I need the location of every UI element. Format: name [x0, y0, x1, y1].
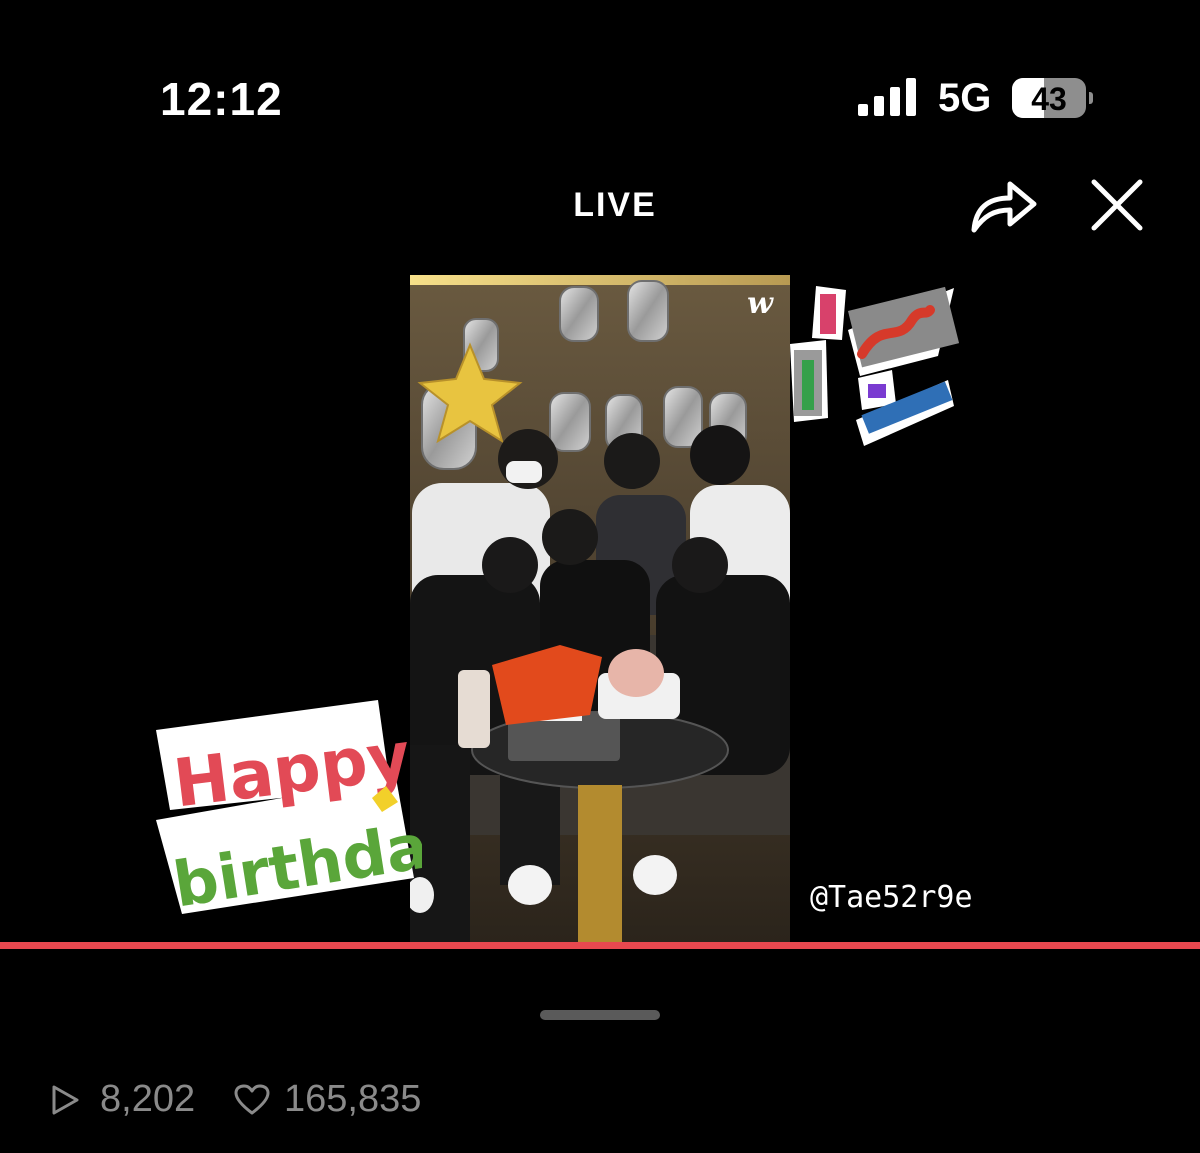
happy-birthday-sticker: Happy birthday	[156, 700, 422, 920]
share-arrow-icon[interactable]	[966, 170, 1040, 236]
views-count: 8,202	[100, 1078, 196, 1120]
live-video[interactable]: w	[410, 275, 790, 943]
brand-mark: w	[747, 286, 774, 321]
play-icon	[52, 1085, 79, 1115]
battery-cap	[1089, 92, 1093, 104]
network-type: 5G	[938, 76, 992, 120]
page-title: LIVE	[573, 186, 657, 224]
sheet-drag-handle[interactable]	[540, 1010, 660, 1020]
status-time: 12:12	[160, 73, 283, 125]
live-replay-screen: 12:12 5G 43 LIVE w Happy birthday @Tae52…	[0, 0, 1200, 1153]
signal-bars-icon	[858, 78, 916, 116]
close-x-icon[interactable]	[1086, 174, 1148, 236]
confetti-sticker	[790, 286, 960, 446]
battery-icon: 43	[1012, 78, 1086, 118]
likes-count: 165,835	[284, 1078, 422, 1120]
battery-percent: 43	[1031, 81, 1067, 117]
video-progress-bar[interactable]	[0, 942, 1200, 949]
heart-icon[interactable]	[234, 1084, 270, 1116]
video-scene: w	[410, 275, 790, 943]
watermark-handle: @Tae52r9e	[810, 880, 973, 915]
